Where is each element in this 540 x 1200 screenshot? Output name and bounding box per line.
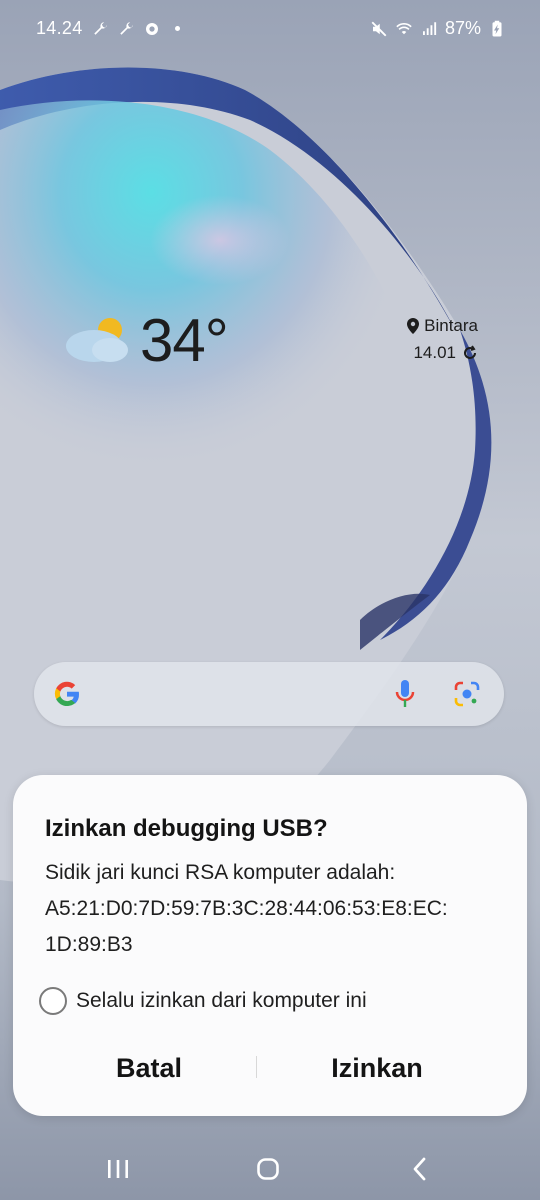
google-search-bar[interactable] bbox=[34, 662, 504, 726]
button-divider bbox=[256, 1056, 257, 1078]
microphone-icon[interactable] bbox=[392, 678, 418, 710]
always-allow-label[interactable]: Selalu izinkan dari komputer ini bbox=[76, 989, 367, 1013]
rsa-fingerprint-intro: Sidik jari kunci RSA komputer adalah: bbox=[45, 861, 396, 884]
cancel-button[interactable]: Batal bbox=[39, 1043, 259, 1093]
partly-cloudy-icon[interactable] bbox=[64, 312, 130, 364]
allow-button[interactable]: Izinkan bbox=[267, 1043, 487, 1093]
google-lens-icon[interactable] bbox=[452, 679, 482, 709]
weather-temperature[interactable]: 34° bbox=[140, 306, 229, 375]
dot-icon bbox=[174, 26, 180, 31]
status-left: 14.24 bbox=[36, 18, 180, 39]
google-g-icon bbox=[54, 681, 80, 707]
battery-charging-icon bbox=[488, 20, 506, 38]
mute-icon bbox=[370, 20, 388, 38]
weather-updated[interactable]: 14.01 bbox=[413, 343, 478, 363]
refresh-icon[interactable] bbox=[462, 345, 478, 361]
rsa-fingerprint-line1: A5:21:D0:7D:59:7B:3C:28:44:06:53:E8:EC: bbox=[45, 897, 448, 920]
location-pin-icon bbox=[407, 318, 420, 334]
back-icon[interactable] bbox=[398, 1152, 442, 1186]
weather-location-label: Bintara bbox=[424, 316, 478, 335]
sync-icon bbox=[143, 20, 161, 38]
wifi-icon bbox=[395, 20, 413, 38]
battery-percent: 87% bbox=[444, 18, 481, 38]
home-icon[interactable] bbox=[246, 1152, 290, 1186]
status-bar: 14.24 87% bbox=[0, 0, 540, 58]
signal-icon bbox=[420, 20, 438, 38]
rsa-fingerprint-line2: 1D:89:B3 bbox=[45, 933, 133, 956]
recent-apps-icon[interactable] bbox=[96, 1152, 140, 1186]
weather-updated-time: 14.01 bbox=[413, 343, 456, 362]
dialog-title: Izinkan debugging USB? bbox=[45, 815, 328, 842]
wrench-icon bbox=[117, 20, 135, 38]
weather-location[interactable]: Bintara bbox=[406, 316, 478, 336]
dialog-message: Sidik jari kunci RSA komputer adalah: A5… bbox=[45, 855, 505, 963]
usb-debugging-dialog: Izinkan debugging USB? Sidik jari kunci … bbox=[13, 775, 527, 1116]
always-allow-checkbox[interactable]: Selalu izinkan dari komputer ini bbox=[39, 987, 367, 1015]
wrench-icon bbox=[91, 20, 109, 38]
checkbox-circle[interactable] bbox=[39, 987, 67, 1015]
status-right: 87% bbox=[370, 18, 506, 39]
navigation-bar bbox=[0, 1130, 540, 1200]
status-time: 14.24 bbox=[36, 18, 83, 38]
